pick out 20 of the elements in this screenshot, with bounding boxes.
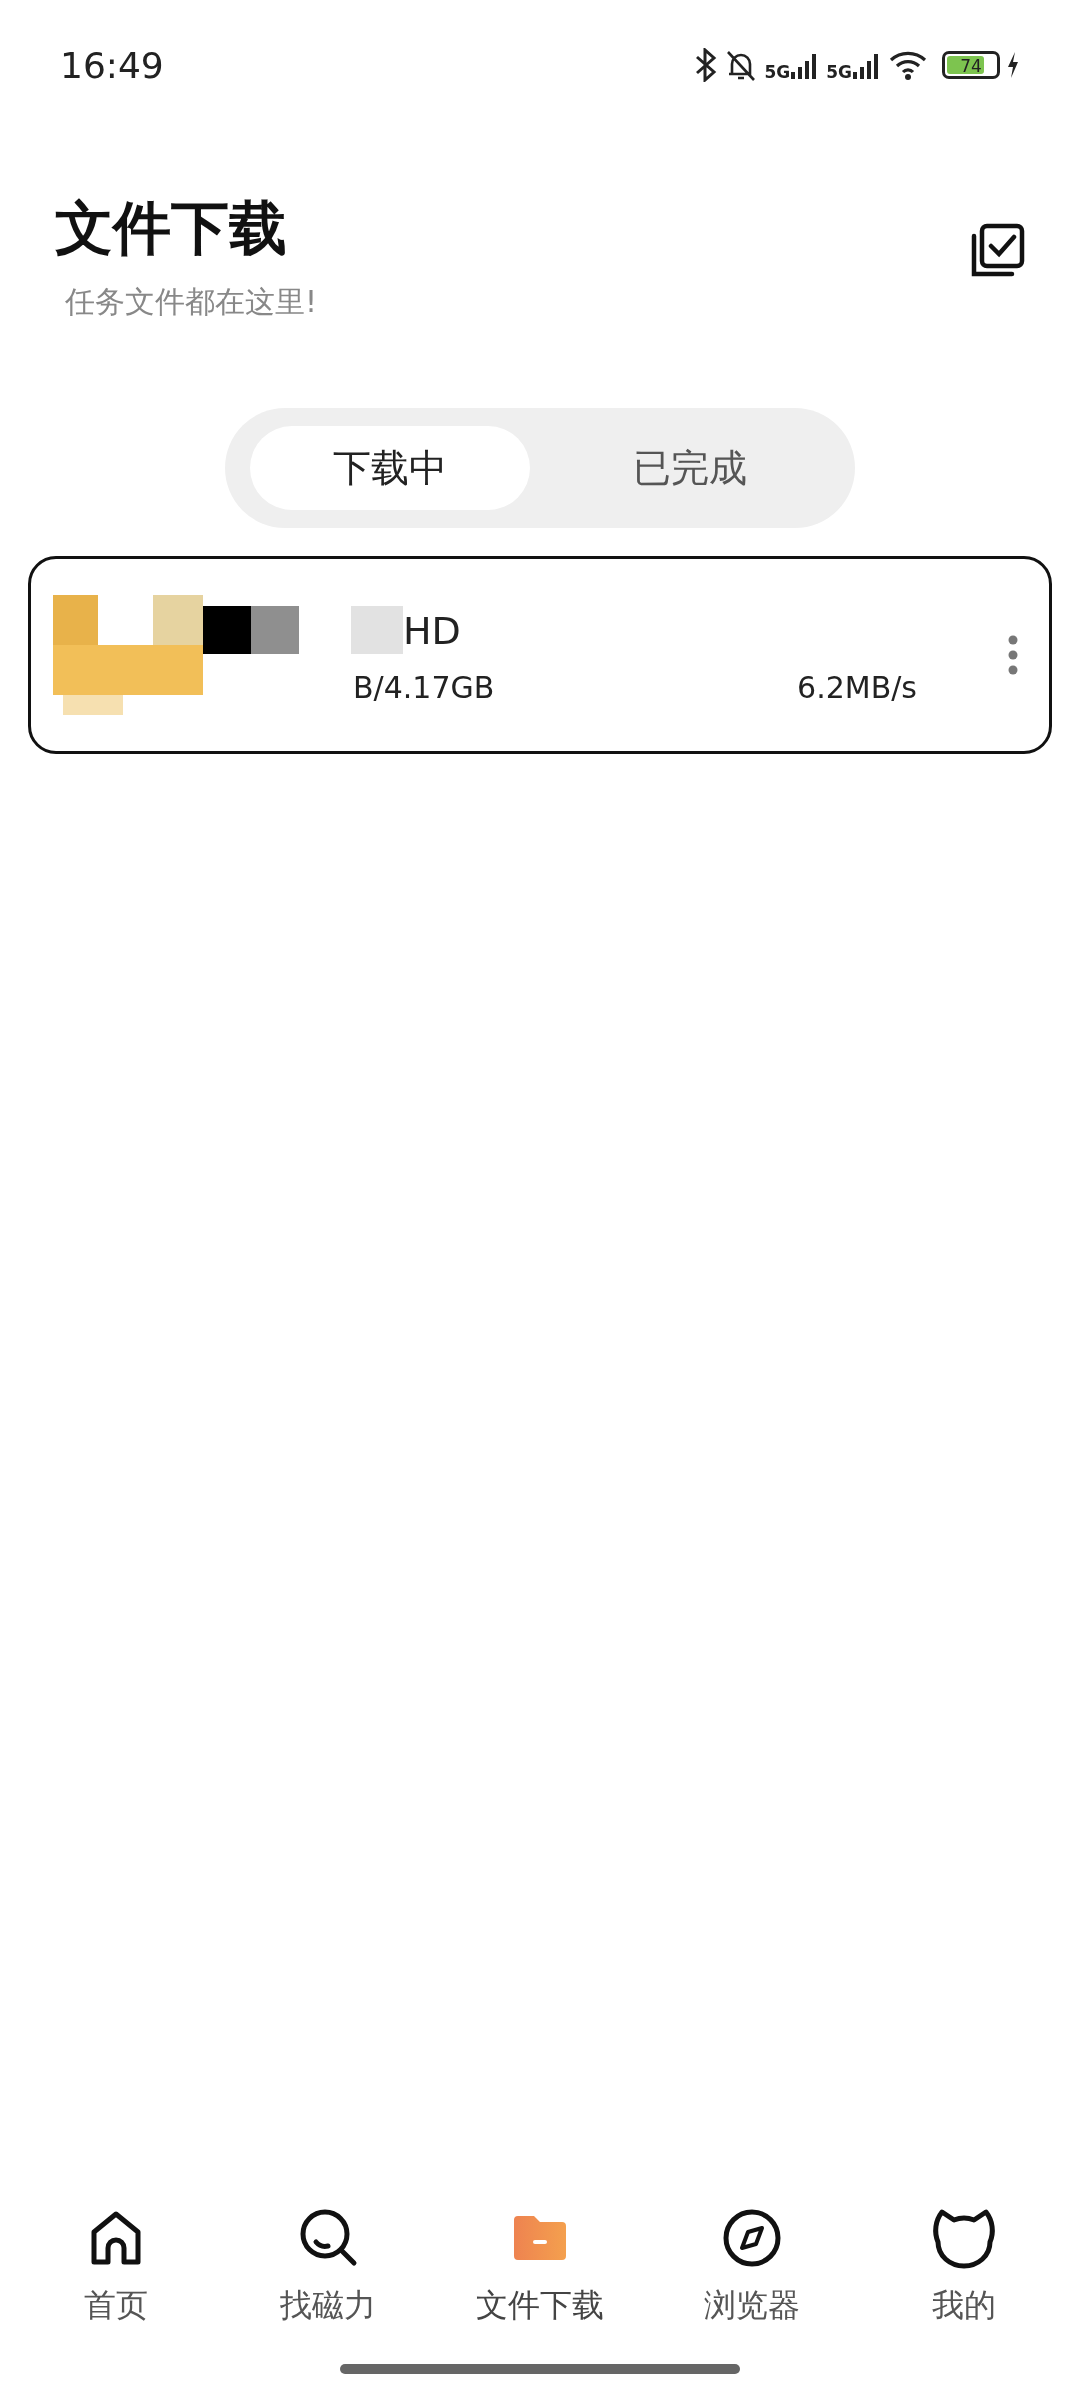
nav-item[interactable]: 首页	[26, 2206, 206, 2328]
nav-item[interactable]: 找磁力	[238, 2206, 418, 2328]
nav-item[interactable]: 文件下载	[450, 2206, 630, 2328]
tab[interactable]: 已完成	[550, 426, 830, 510]
file-name: HD	[403, 608, 461, 653]
download-speed: 6.2MB/s	[797, 669, 917, 705]
page-title: 文件下载	[55, 193, 288, 264]
tab[interactable]: 下载中	[250, 426, 530, 510]
cat-icon	[930, 2206, 998, 2270]
clock: 16:49	[60, 44, 164, 86]
network-label: 5G	[764, 62, 791, 82]
bluetooth-icon	[694, 48, 719, 82]
nav-item[interactable]: 我的	[874, 2206, 1054, 2328]
network-label: 5G	[826, 62, 852, 82]
page-subtitle: 任务文件都在这里!	[64, 283, 318, 321]
wifi-icon	[888, 49, 928, 81]
charging-icon	[1006, 51, 1020, 79]
more-icon[interactable]	[1007, 635, 1019, 675]
battery-level: 74	[959, 56, 983, 76]
nav-item[interactable]: 浏览器	[662, 2206, 842, 2328]
